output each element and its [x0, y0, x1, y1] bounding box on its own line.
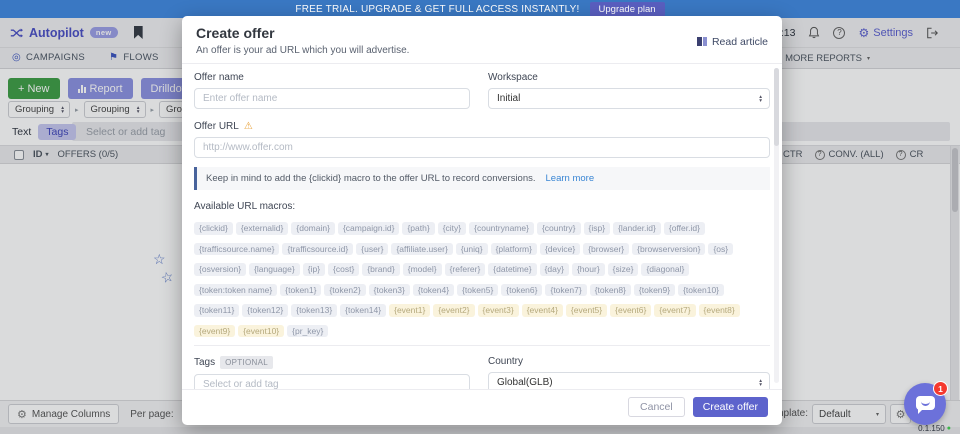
macro-chip[interactable]: {trafficsource.name} — [194, 243, 279, 256]
macro-chip[interactable]: {cost} — [328, 263, 359, 276]
macro-chip[interactable]: {uniq} — [456, 243, 488, 256]
offer-name-label: Offer name — [194, 72, 470, 83]
macro-chip[interactable]: {event3} — [478, 304, 519, 317]
macro-chip[interactable]: {country} — [537, 222, 581, 235]
macro-chip[interactable]: {event8} — [699, 304, 740, 317]
modal-title: Create offer — [196, 25, 409, 41]
macro-chip[interactable]: {browserversion} — [632, 243, 705, 256]
macro-chip[interactable]: {event6} — [610, 304, 651, 317]
cancel-button[interactable]: Cancel — [628, 397, 685, 417]
clickid-note: Keep in mind to add the {clickid} macro … — [194, 167, 770, 190]
macro-chip[interactable]: {token12} — [242, 304, 288, 317]
macro-chip[interactable]: {hour} — [572, 263, 605, 276]
macros-heading: Available URL macros: — [194, 201, 770, 212]
macro-chip[interactable]: {pr_key} — [287, 325, 328, 338]
macro-chip[interactable]: {externalid} — [236, 222, 289, 235]
version-info: 0.1.150 ● — [918, 424, 951, 433]
macro-chip[interactable]: {event2} — [433, 304, 474, 317]
macro-chip[interactable]: {osversion} — [194, 263, 246, 276]
macro-chip[interactable]: {model} — [403, 263, 442, 276]
chat-unread-badge: 1 — [933, 381, 948, 396]
macro-chip[interactable]: {token1} — [280, 284, 321, 297]
macro-chip[interactable]: {token5} — [457, 284, 498, 297]
macro-chip[interactable]: {campaign.id} — [338, 222, 400, 235]
macro-chip[interactable]: {event4} — [522, 304, 563, 317]
optional-badge: OPTIONAL — [220, 356, 273, 369]
warning-icon: ⚠ — [244, 121, 253, 132]
create-offer-modal: Create offer An offer is your ad URL whi… — [182, 16, 782, 425]
workspace-label: Workspace — [488, 72, 770, 83]
modal-header: Create offer An offer is your ad URL whi… — [182, 16, 782, 64]
sort-carets-icon: ▴▾ — [759, 95, 762, 103]
modal-scrollbar[interactable] — [774, 68, 779, 383]
tags-input[interactable] — [194, 374, 470, 389]
upgrade-plan-button[interactable]: Upgrade plan — [590, 2, 665, 17]
macro-chip[interactable]: {clickid} — [194, 222, 233, 235]
macro-chip[interactable]: {day} — [540, 263, 569, 276]
macro-chip[interactable]: {city} — [438, 222, 466, 235]
macro-chip[interactable]: {brand} — [362, 263, 399, 276]
macro-chip[interactable]: {device} — [540, 243, 580, 256]
macro-chip[interactable]: {token9} — [634, 284, 675, 297]
macro-chip[interactable]: {domain} — [291, 222, 335, 235]
read-article-link[interactable]: Read article — [697, 27, 768, 56]
tags-label: Tags OPTIONAL — [194, 356, 470, 369]
macro-chip[interactable]: {token4} — [413, 284, 454, 297]
offer-name-input[interactable] — [194, 88, 470, 109]
book-icon — [697, 37, 707, 46]
macro-chip[interactable]: {event1} — [389, 304, 430, 317]
chat-icon — [916, 396, 935, 410]
offer-url-label: Offer URL ⚠ — [194, 121, 770, 132]
macro-chip[interactable]: {lander.id} — [613, 222, 661, 235]
macro-chip[interactable]: {event10} — [238, 325, 284, 338]
macro-chip[interactable]: {path} — [402, 222, 434, 235]
macro-chip[interactable]: {event7} — [654, 304, 695, 317]
macro-chip[interactable]: {isp} — [584, 222, 611, 235]
offer-url-input[interactable] — [194, 137, 770, 158]
macro-chip[interactable]: {language} — [249, 263, 300, 276]
status-dot-icon: ● — [947, 425, 951, 432]
macro-chip[interactable]: {diagonal} — [641, 263, 689, 276]
macro-chip[interactable]: {token11} — [194, 304, 239, 317]
macro-chip[interactable]: {event5} — [566, 304, 607, 317]
divider — [194, 345, 770, 346]
macro-chip[interactable]: {os} — [708, 243, 733, 256]
modal-footer: Cancel Create offer — [182, 389, 782, 425]
macro-chip[interactable]: {browser} — [583, 243, 629, 256]
macro-chip[interactable]: {trafficsource.id} — [282, 243, 353, 256]
macro-chip[interactable]: {event9} — [194, 325, 235, 338]
macro-chip[interactable]: {token:token name} — [194, 284, 277, 297]
country-select[interactable]: Global(GLB) ▴▾ — [488, 372, 770, 389]
macro-chip[interactable]: {token7} — [545, 284, 586, 297]
url-macros-list: {clickid}{externalid}{domain}{campaign.i… — [194, 219, 770, 342]
macro-chip[interactable]: {token3} — [369, 284, 410, 297]
macro-chip[interactable]: {token13} — [291, 304, 337, 317]
macro-chip[interactable]: {ip} — [303, 263, 325, 276]
country-label: Country — [488, 356, 770, 367]
chat-button[interactable]: 1 — [904, 383, 946, 425]
macro-chip[interactable]: {token10} — [678, 284, 724, 297]
promo-banner-text: FREE TRIAL. UPGRADE & GET FULL ACCESS IN… — [295, 4, 579, 15]
macro-chip[interactable]: {referer} — [445, 263, 486, 276]
macro-chip[interactable]: {token8} — [590, 284, 631, 297]
macro-chip[interactable]: {token2} — [324, 284, 365, 297]
macro-chip[interactable]: {size} — [608, 263, 639, 276]
macro-chip[interactable]: {datetime} — [488, 263, 536, 276]
modal-subtitle: An offer is your ad URL which you will a… — [196, 45, 409, 56]
create-offer-button[interactable]: Create offer — [693, 397, 768, 417]
macro-chip[interactable]: {user} — [356, 243, 388, 256]
macro-chip[interactable]: {token14} — [340, 304, 386, 317]
macro-chip[interactable]: {platform} — [491, 243, 537, 256]
macro-chip[interactable]: {offer.id} — [664, 222, 705, 235]
workspace-select[interactable]: Initial ▴▾ — [488, 88, 770, 109]
macro-chip[interactable]: {countryname} — [469, 222, 534, 235]
learn-more-link[interactable]: Learn more — [546, 173, 595, 184]
sort-carets-icon: ▴▾ — [759, 379, 762, 387]
macro-chip[interactable]: {token6} — [501, 284, 542, 297]
modal-body: Offer name Workspace Initial ▴▾ Offer UR… — [182, 64, 782, 389]
macro-chip[interactable]: {affiliate.user} — [391, 243, 452, 256]
